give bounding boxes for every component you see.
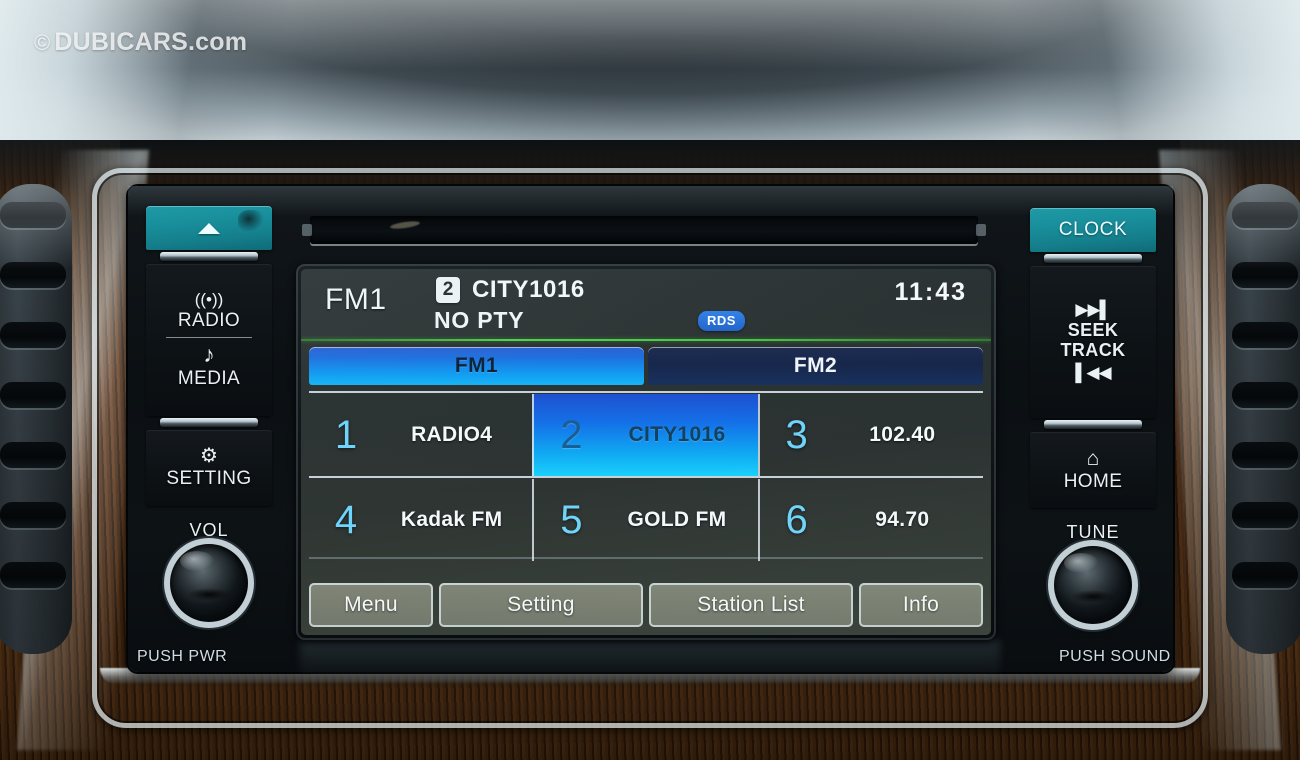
tune-knob-group[interactable]: TUNE <box>1030 522 1156 624</box>
button-divider <box>166 336 252 338</box>
watermark-text: DUBICARS.com <box>54 28 248 56</box>
preset-grid-line-mid <box>309 476 983 478</box>
preset-5-label: GOLD FM <box>627 508 727 531</box>
program-type-label: NO PTY <box>434 307 525 333</box>
preset-2[interactable]: 2 CITY1016 <box>532 394 758 476</box>
push-sound-label: PUSH SOUND <box>1059 648 1171 665</box>
button-ridge-right-bottom <box>1030 419 1156 430</box>
preset-5-number: 5 <box>560 497 583 542</box>
eject-icon <box>198 222 220 234</box>
tab-fm1[interactable]: FM1 <box>309 347 644 385</box>
media-button[interactable]: ♪ MEDIA <box>177 340 241 390</box>
home-icon: ⌂ <box>1086 446 1100 470</box>
preset-1[interactable]: 1 RADIO4 <box>309 394 532 476</box>
softkey-station-list[interactable]: Station List <box>649 583 853 627</box>
cd-slot[interactable] <box>302 216 986 244</box>
button-ridge-left-top <box>146 251 272 262</box>
softkey-menu[interactable]: Menu <box>309 583 433 627</box>
preset-4-number: 4 <box>334 497 358 542</box>
preset-grid: 1 RADIO4 2 CITY1016 3 102.40 4 Kadak FM … <box>309 391 983 561</box>
volume-knob[interactable] <box>170 544 248 622</box>
softkey-station-list-label: Station List <box>697 593 805 616</box>
softkey-setting-label: Setting <box>507 593 575 616</box>
air-vent-right <box>1226 184 1300 654</box>
softkey-setting[interactable]: Setting <box>439 583 643 627</box>
preset-6-label: 94.70 <box>875 508 930 531</box>
current-band-label: FM1 <box>325 283 387 316</box>
preset-6-number: 6 <box>785 497 808 542</box>
air-vent-left <box>0 184 72 654</box>
skip-forward-icon[interactable]: ▶▶▌ <box>1075 301 1111 318</box>
head-unit-top-reflection <box>128 186 1173 216</box>
setting-button[interactable]: ⚙ SETTING <box>146 430 272 506</box>
tune-knob-label: TUNE <box>1066 522 1120 542</box>
home-button-label: HOME <box>1063 470 1123 492</box>
screenshot-root: ((•)) RADIO ♪ MEDIA ⚙ SETTING VOL PUSH P… <box>0 0 1300 760</box>
preset-3[interactable]: 3 102.40 <box>757 394 983 476</box>
radio-media-button-block[interactable]: ((•)) RADIO ♪ MEDIA <box>146 264 272 416</box>
radio-waves-icon: ((•)) <box>194 289 224 309</box>
softkey-info-label: Info <box>902 593 940 616</box>
screen-header: FM1 2 CITY1016 NO PTY RDS 11:43 <box>301 269 991 341</box>
softkey-info[interactable]: Info <box>859 583 983 627</box>
preset-grid-line-top <box>309 391 983 393</box>
current-station-name: CITY1016 <box>472 276 585 303</box>
lcd-screen[interactable]: FM1 2 CITY1016 NO PTY RDS 11:43 FM1 FM2 <box>301 269 991 635</box>
radio-button[interactable]: ((•)) RADIO <box>178 291 240 332</box>
watermark: © DUBICARS.com <box>34 28 247 57</box>
preset-4[interactable]: 4 Kadak FM <box>309 479 532 561</box>
seek-track-button[interactable]: ▶▶▌ SEEK TRACK ▌◀◀ <box>1030 266 1156 418</box>
rds-badge: RDS <box>698 311 745 331</box>
preset-4-label: Kadak FM <box>400 508 503 531</box>
push-pwr-label: PUSH PWR <box>137 648 228 665</box>
left-control-column: ((•)) RADIO ♪ MEDIA ⚙ SETTING VOL <box>146 206 272 622</box>
tab-fm1-label: FM1 <box>454 354 499 377</box>
seek-label-line1: SEEK <box>1067 320 1119 340</box>
clock-display: 11:43 <box>894 278 967 306</box>
header-divider <box>301 339 991 341</box>
softkey-menu-label: Menu <box>344 593 398 616</box>
watermark-copyright-symbol: © <box>34 30 51 55</box>
clock-button[interactable]: CLOCK <box>1030 208 1156 252</box>
gear-icon: ⚙ <box>200 445 218 467</box>
preset-5[interactable]: 5 GOLD FM <box>532 479 757 561</box>
preset-3-label: 102.40 <box>869 423 936 446</box>
preset-1-label: RADIO4 <box>411 423 493 446</box>
setting-button-label: SETTING <box>166 468 252 489</box>
preset-1-number: 1 <box>334 412 358 457</box>
right-control-column: CLOCK ▶▶▌ SEEK TRACK ▌◀◀ ⌂ HOME TUNE <box>1030 208 1156 624</box>
skip-backward-icon[interactable]: ▌◀◀ <box>1075 364 1111 381</box>
button-ridge-right-top <box>1030 253 1156 264</box>
home-button[interactable]: ⌂ HOME <box>1030 432 1156 508</box>
softkey-bar: Menu Setting Station List Info <box>309 583 983 627</box>
clock-button-label: CLOCK <box>1058 219 1128 240</box>
tab-fm2-label: FM2 <box>793 354 838 377</box>
current-preset-badge: 2 <box>436 277 460 303</box>
preset-2-label: CITY1016 <box>628 423 726 446</box>
tab-fm2[interactable]: FM2 <box>648 347 983 385</box>
seek-label-line2: TRACK <box>1060 340 1126 360</box>
eject-button[interactable] <box>146 206 272 250</box>
preset-2-number: 2 <box>560 412 583 457</box>
volume-knob-label: VOL <box>189 520 229 540</box>
preset-row-2: 4 Kadak FM 5 GOLD FM 6 94.70 <box>309 479 983 561</box>
radio-button-label: RADIO <box>177 309 241 331</box>
button-ridge-left-bottom <box>146 417 272 428</box>
media-button-label: MEDIA <box>177 367 241 389</box>
preset-3-number: 3 <box>785 412 808 457</box>
preset-6[interactable]: 6 94.70 <box>757 479 983 561</box>
preset-row-1: 1 RADIO4 2 CITY1016 3 102.40 <box>309 394 983 476</box>
tune-knob[interactable] <box>1054 546 1132 624</box>
display-bezel: FM1 2 CITY1016 NO PTY RDS 11:43 FM1 FM2 <box>296 264 996 640</box>
volume-knob-group[interactable]: VOL <box>146 520 272 622</box>
band-tab-bar: FM1 FM2 <box>309 347 983 385</box>
head-unit-lower-gloss <box>300 640 1000 680</box>
music-note-icon: ♪ <box>203 340 215 367</box>
